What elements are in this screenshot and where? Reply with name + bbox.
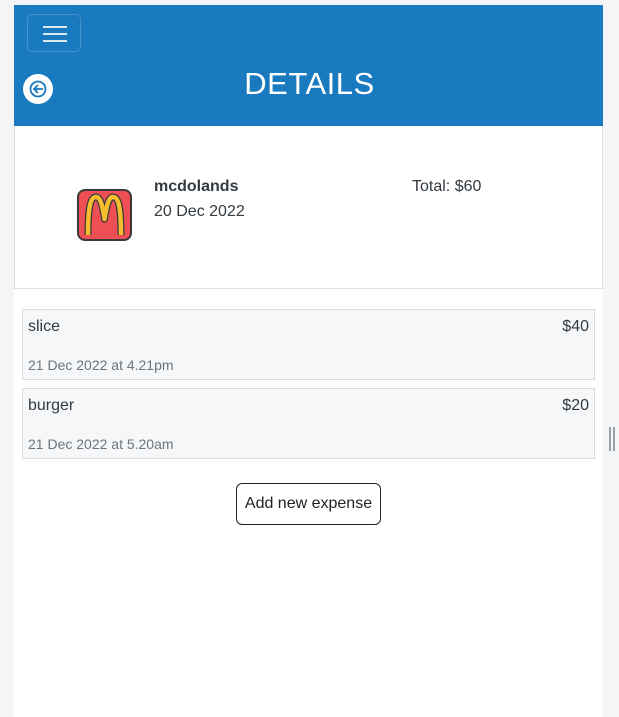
page-title: DETAILS — [244, 66, 375, 101]
merchant-date: 20 Dec 2022 — [154, 203, 245, 220]
add-expense-button[interactable]: Add new expense — [236, 483, 381, 525]
expense-name: slice — [28, 318, 61, 335]
expense-timestamp: 21 Dec 2022 at 4.21pm — [28, 357, 174, 373]
expense-amount: $20 — [562, 397, 589, 414]
hamburger-icon — [43, 26, 67, 28]
expense-item[interactable]: slice $40 21 Dec 2022 at 4.21pm — [22, 309, 595, 380]
mcdonalds-logo — [77, 189, 132, 241]
app-page: mcdolands 20 Dec 2022 Total: $60 slice $… — [14, 5, 603, 717]
merchant-name: mcdolands — [154, 178, 239, 195]
menu-toggle-button[interactable] — [27, 14, 81, 52]
expense-summary-card: mcdolands 20 Dec 2022 Total: $60 — [14, 126, 603, 289]
expense-item[interactable]: burger $20 21 Dec 2022 at 5.20am — [22, 388, 595, 459]
expense-name: burger — [28, 397, 75, 414]
expense-timestamp: 21 Dec 2022 at 5.20am — [28, 436, 174, 452]
resize-handle-icon[interactable] — [609, 427, 615, 451]
total-amount: Total: $60 — [412, 178, 482, 195]
expense-amount: $40 — [562, 318, 589, 335]
